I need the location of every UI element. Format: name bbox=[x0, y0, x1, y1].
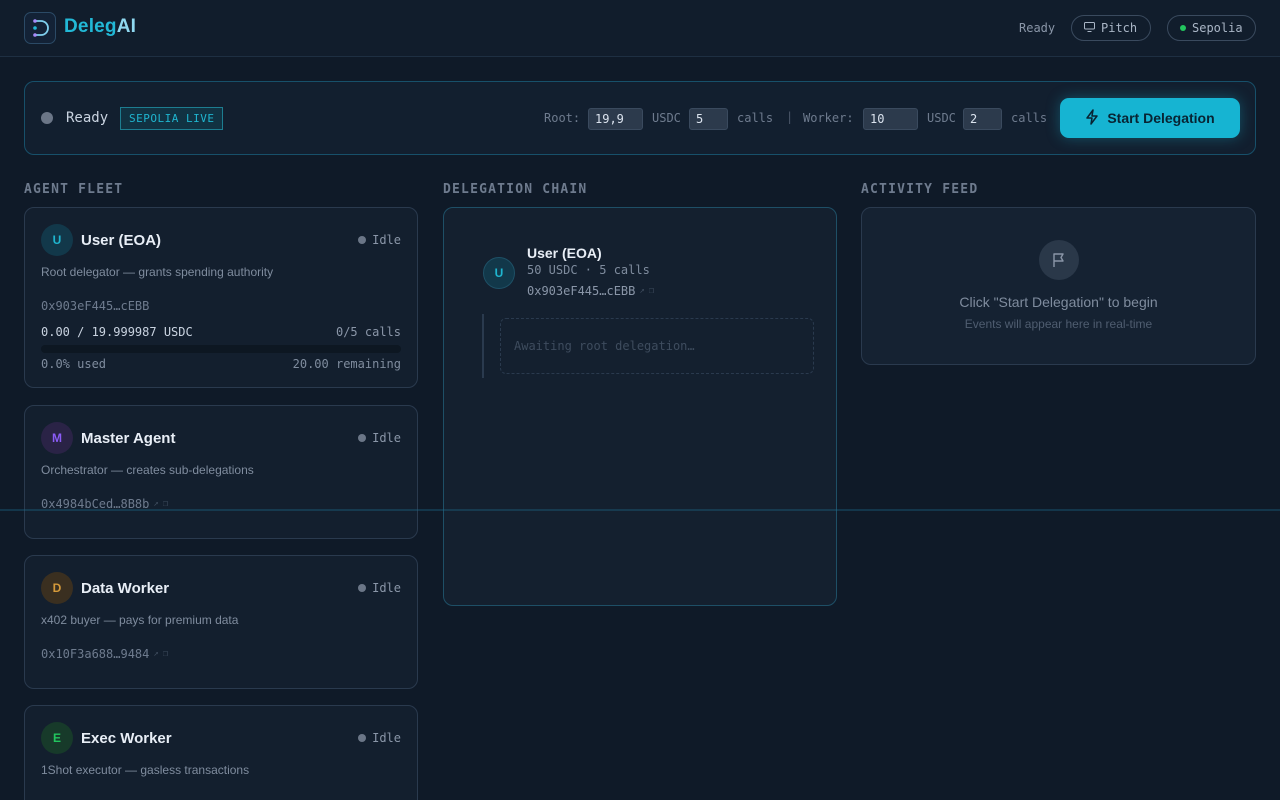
worker-amount-input[interactable] bbox=[863, 108, 918, 130]
header-status: Ready bbox=[1019, 21, 1056, 35]
chain-node-address: 0x903eF445…cEBB bbox=[527, 284, 636, 298]
avatar: D bbox=[41, 572, 73, 604]
chain-connector bbox=[482, 314, 484, 378]
pitch-button[interactable]: Pitch bbox=[1071, 15, 1151, 41]
awaiting-placeholder: Awaiting root delegation… bbox=[500, 318, 814, 374]
agent-name: Exec Worker bbox=[81, 730, 172, 747]
root-label: Root: bbox=[544, 111, 581, 125]
agent-card-user[interactable]: U User (EOA) Idle Root delegator — grant… bbox=[24, 207, 418, 388]
agent-name: Master Agent bbox=[81, 430, 176, 447]
status-badge: Idle bbox=[358, 233, 401, 247]
lightning-icon bbox=[1085, 108, 1099, 128]
agent-address: 0x10F3a688…9484 bbox=[41, 647, 150, 661]
budget-readout: 0.00 / 19.999987 USDC bbox=[41, 325, 193, 339]
worker-calls-label: calls bbox=[1011, 111, 1048, 125]
avatar: U bbox=[483, 257, 515, 289]
status-label: Idle bbox=[372, 233, 401, 247]
start-delegation-button[interactable]: Start Delegation bbox=[1060, 98, 1240, 138]
agent-address: 0x903eF445…cEBB bbox=[41, 299, 150, 313]
status-label: Idle bbox=[372, 431, 401, 445]
external-link-icon[interactable]: ↗ bbox=[639, 286, 644, 296]
start-delegation-label: Start Delegation bbox=[1107, 110, 1215, 126]
status-badge: Idle bbox=[358, 731, 401, 745]
avatar: M bbox=[41, 422, 73, 454]
app-logo-text: DelegAI bbox=[64, 16, 137, 37]
control-status: Ready bbox=[66, 110, 109, 126]
agent-card-master[interactable]: M Master Agent Idle Orchestrator — creat… bbox=[24, 405, 418, 539]
network-label: Sepolia bbox=[1192, 21, 1243, 35]
status-badge: Idle bbox=[358, 581, 401, 595]
activity-feed-panel: Click "Start Delegation" to begin Events… bbox=[861, 207, 1256, 365]
network-button[interactable]: Sepolia bbox=[1167, 15, 1256, 41]
remaining-amount: 20.00 remaining bbox=[292, 357, 401, 371]
app-header: DelegAI Ready Pitch Sepolia bbox=[0, 0, 1280, 57]
idle-dot bbox=[358, 236, 367, 244]
logo-icon bbox=[24, 12, 56, 44]
network-status-dot bbox=[1180, 25, 1186, 31]
pitch-label: Pitch bbox=[1101, 21, 1138, 35]
agent-description: 1Shot executor — gasless transactions bbox=[41, 763, 250, 777]
agent-description: x402 buyer — pays for premium data bbox=[41, 613, 239, 627]
worker-unit: USDC bbox=[927, 111, 956, 125]
flag-icon bbox=[1039, 240, 1079, 280]
agent-address-row: 0x10F3a688…9484 ↗ ❐ bbox=[41, 647, 168, 661]
root-amount-input[interactable] bbox=[588, 108, 643, 130]
idle-dot bbox=[358, 584, 367, 592]
delegation-chain-title: DELEGATION CHAIN bbox=[443, 182, 588, 197]
status-badge: Idle bbox=[358, 431, 401, 445]
status-label: Idle bbox=[372, 731, 401, 745]
separator: | bbox=[786, 110, 794, 124]
agent-card-data-worker[interactable]: D Data Worker Idle x402 buyer — pays for… bbox=[24, 555, 418, 689]
delegation-chain-panel: U User (EOA) 50 USDC · 5 calls 0x903eF44… bbox=[443, 207, 837, 606]
status-dot bbox=[41, 112, 53, 124]
chain-node-name: User (EOA) bbox=[527, 245, 602, 261]
root-calls-label: calls bbox=[737, 111, 774, 125]
agent-description: Root delegator — grants spending authori… bbox=[41, 265, 274, 279]
used-percent: 0.0% used bbox=[41, 357, 107, 371]
external-link-icon[interactable]: ↗ bbox=[153, 649, 158, 659]
worker-calls-input[interactable] bbox=[963, 108, 1002, 130]
root-calls-input[interactable] bbox=[689, 108, 728, 130]
root-unit: USDC bbox=[652, 111, 681, 125]
activity-feed-title: ACTIVITY FEED bbox=[861, 182, 979, 197]
network-live-badge: SEPOLIA LIVE bbox=[120, 107, 224, 130]
avatar: E bbox=[41, 722, 73, 754]
budget-progress-bar bbox=[41, 345, 401, 353]
external-link-icon[interactable]: ↗ bbox=[153, 499, 158, 509]
worker-label: Worker: bbox=[803, 111, 854, 125]
agent-card-exec-worker[interactable]: E Exec Worker Idle 1Shot executor — gasl… bbox=[24, 705, 418, 800]
idle-dot bbox=[358, 434, 367, 442]
agent-description: Orchestrator — creates sub-delegations bbox=[41, 463, 254, 477]
copy-icon[interactable]: ❐ bbox=[163, 499, 168, 509]
avatar: U bbox=[41, 224, 73, 256]
chain-address-row: 0x903eF445…cEBB ↗ ❐ bbox=[527, 284, 654, 298]
copy-icon[interactable]: ❐ bbox=[163, 649, 168, 659]
idle-dot bbox=[358, 734, 367, 742]
agent-name: User (EOA) bbox=[81, 232, 162, 249]
copy-icon[interactable]: ❐ bbox=[649, 286, 654, 296]
chain-node-meta: 50 USDC · 5 calls bbox=[527, 263, 650, 277]
feed-empty-message: Click "Start Delegation" to begin bbox=[959, 294, 1158, 310]
agent-fleet-title: AGENT FLEET bbox=[24, 182, 124, 197]
scanline-overlay bbox=[0, 509, 1280, 511]
feed-empty-hint: Events will appear here in real-time bbox=[964, 317, 1153, 331]
control-bar: Ready SEPOLIA LIVE Root: USDC calls | Wo… bbox=[24, 81, 1256, 155]
agent-name: Data Worker bbox=[81, 580, 170, 597]
monitor-icon bbox=[1084, 21, 1095, 35]
status-label: Idle bbox=[372, 581, 401, 595]
calls-readout: 0/5 calls bbox=[335, 325, 401, 339]
